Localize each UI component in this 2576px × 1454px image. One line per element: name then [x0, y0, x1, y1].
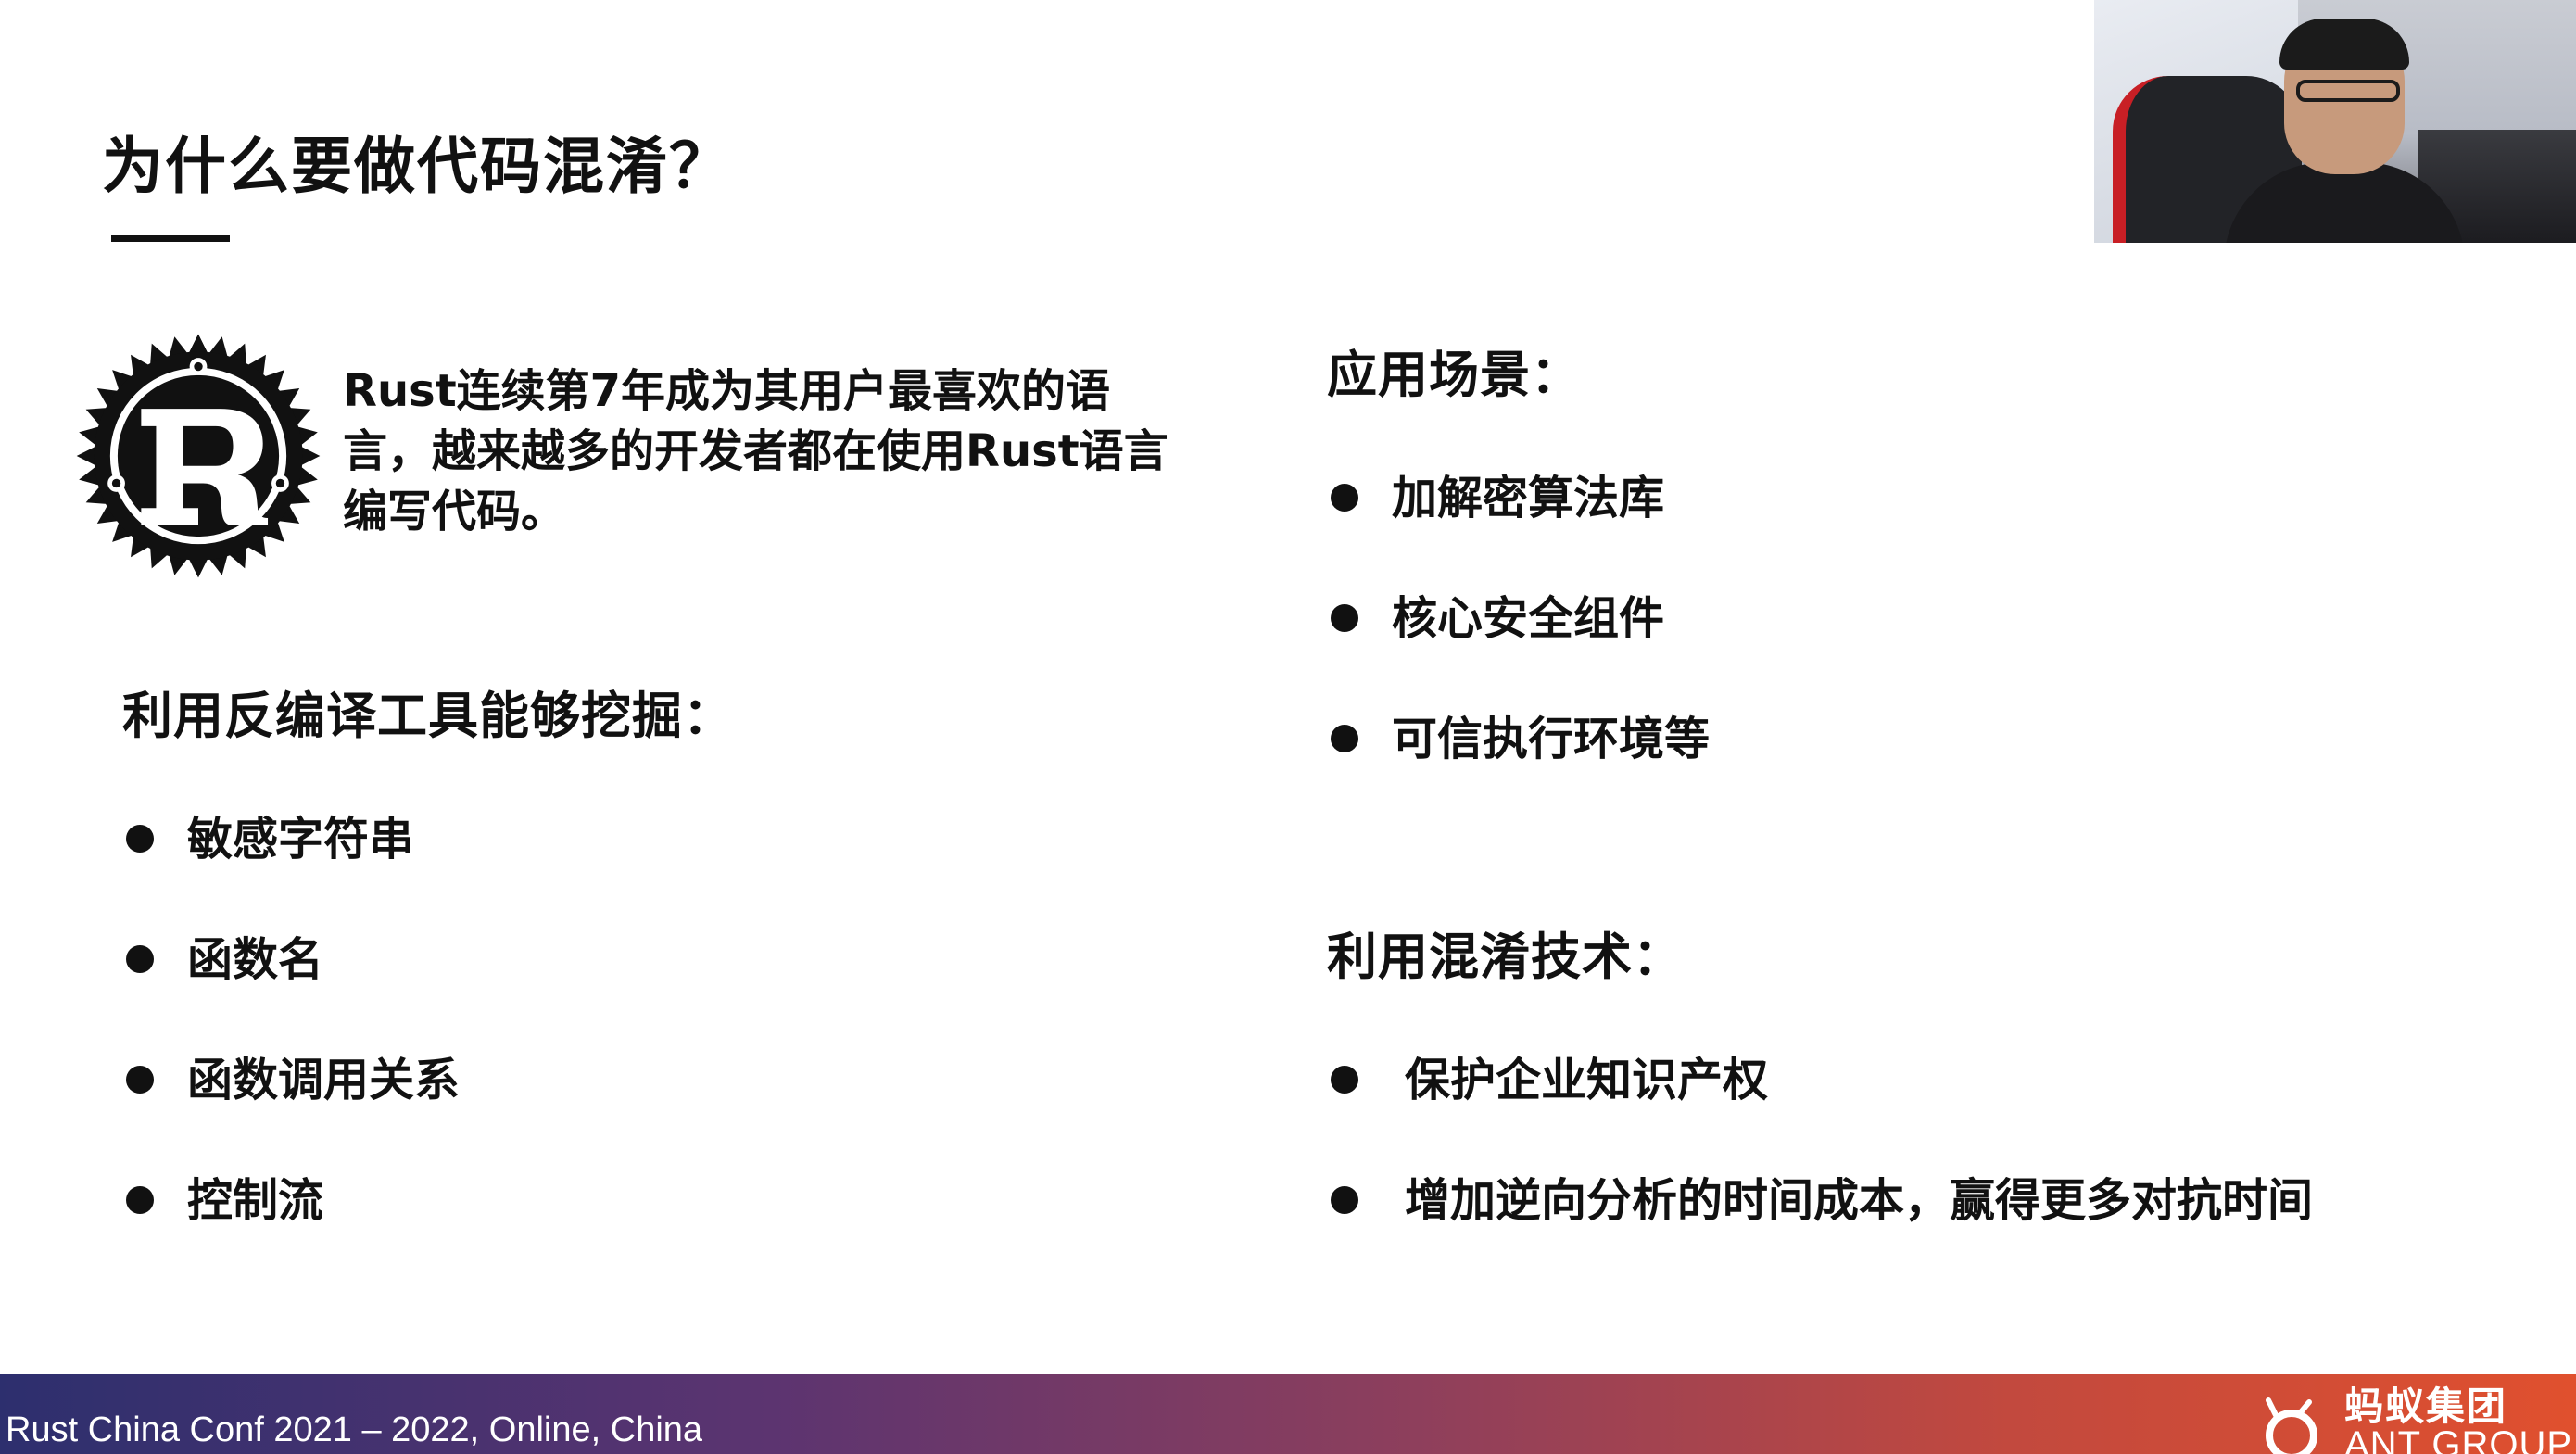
bullet-icon	[126, 825, 154, 853]
presenter-glasses	[2296, 80, 2400, 102]
bullet-icon	[126, 945, 154, 973]
title-underline	[111, 235, 230, 242]
ant-group-logo-icon	[2266, 1397, 2317, 1454]
rust-intro-text: Rust连续第7年成为其用户最喜欢的语言，越来越多的开发者都在使用Rust语言编…	[343, 365, 1168, 537]
presenter-hair	[2279, 19, 2409, 70]
list-item: 函数名	[126, 932, 460, 1053]
list-item: 增加逆向分析的时间成本，赢得更多对抗时间	[1331, 1173, 2313, 1294]
list-item-label: 控制流	[187, 1174, 324, 1227]
list-item-label: 可信执行环境等	[1392, 713, 1711, 765]
bullet-icon	[126, 1186, 154, 1214]
presenter-webcam-video	[2094, 0, 2576, 243]
bullet-icon	[1331, 1186, 1358, 1214]
obfuscation-bullet-list: 保护企业知识产权 增加逆向分析的时间成本，赢得更多对抗时间	[1331, 1053, 2313, 1294]
slide-title: 为什么要做代码混淆？	[102, 131, 732, 202]
left-section-heading: 利用反编译工具能够挖掘：	[122, 687, 734, 745]
list-item: 加解密算法库	[1331, 471, 1710, 591]
right-section-heading-scenarios: 应用场景：	[1327, 346, 1582, 404]
bullet-icon	[1331, 604, 1358, 632]
bullet-icon	[1331, 725, 1358, 752]
scenario-bullet-list: 加解密算法库 核心安全组件 可信执行环境等	[1331, 471, 1710, 832]
right-section-heading-obfuscation: 利用混淆技术：	[1327, 928, 1684, 986]
presentation-slide: 为什么要做代码混淆？ Rust连续第7年成为其用户最喜欢的语言，越来越多的开发者…	[0, 0, 2576, 1454]
rust-logo-icon	[76, 334, 321, 578]
bullet-icon	[1331, 1066, 1358, 1094]
list-item: 敏感字符串	[126, 812, 460, 932]
bullet-icon	[1331, 484, 1358, 512]
list-item-label: 保护企业知识产权	[1405, 1054, 1769, 1106]
bullet-icon	[126, 1066, 154, 1094]
list-item: 保护企业知识产权	[1331, 1053, 2313, 1173]
list-item: 控制流	[126, 1173, 460, 1294]
footer-banner: Rust China Conf 2021 – 2022, Online, Chi…	[0, 1374, 2576, 1454]
left-bullet-list: 敏感字符串 函数名 函数调用关系 控制流	[126, 812, 460, 1294]
conference-label: Rust China Conf 2021 – 2022, Online, Chi…	[6, 1410, 703, 1449]
list-item-label: 敏感字符串	[187, 813, 415, 866]
list-item-label: 函数名	[187, 933, 324, 986]
brand-name-english: ANT GROUP	[2344, 1424, 2573, 1454]
brand-name-chinese: 蚂蚁集团	[2344, 1384, 2508, 1429]
list-item: 核心安全组件	[1331, 591, 1710, 712]
list-item-label: 函数调用关系	[187, 1054, 461, 1106]
list-item-label: 加解密算法库	[1392, 472, 1665, 525]
list-item: 函数调用关系	[126, 1053, 460, 1173]
list-item-label: 核心安全组件	[1392, 592, 1665, 645]
list-item-label: 增加逆向分析的时间成本，赢得更多对抗时间	[1405, 1174, 2314, 1227]
list-item: 可信执行环境等	[1331, 712, 1710, 832]
